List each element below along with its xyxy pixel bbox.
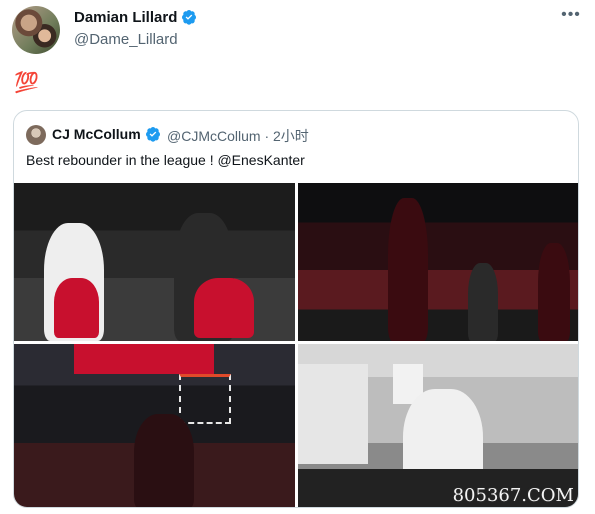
quote-author-name-row[interactable]: CJ McCollum	[52, 126, 161, 142]
photo-bench-players[interactable]	[14, 183, 295, 341]
tweet: Damian Lillard @Dame_Lillard ••• 💯 CJ Mc…	[0, 0, 595, 514]
avatar[interactable]	[12, 6, 60, 54]
watermark: 805367.COM	[452, 485, 574, 506]
photo-tunnel-dior-hoodie[interactable]: 805367.COM	[298, 344, 578, 507]
photo-game-action[interactable]	[298, 183, 578, 341]
more-horizontal-icon[interactable]: •••	[560, 6, 582, 24]
quote-text: Best rebounder in the league ! @EnesKant…	[26, 152, 305, 168]
quote-avatar[interactable]	[26, 125, 46, 145]
quote-author-name[interactable]: CJ McCollum	[52, 126, 141, 142]
tweet-text: 💯	[14, 72, 39, 94]
author-handle[interactable]: @Dame_Lillard	[74, 31, 178, 48]
photo-rebound-dunk[interactable]	[14, 344, 295, 507]
photo-grid: 805367.COM	[14, 183, 578, 507]
verified-badge-icon	[182, 10, 197, 25]
quote-handle-time[interactable]: @CJMcCollum · 2小时	[167, 126, 309, 146]
author-name[interactable]: Damian Lillard	[74, 9, 177, 26]
quoted-tweet[interactable]: CJ McCollum @CJMcCollum · 2小时 Best rebou…	[13, 110, 579, 508]
author-name-row[interactable]: Damian Lillard	[74, 9, 197, 26]
verified-badge-icon	[145, 127, 160, 142]
